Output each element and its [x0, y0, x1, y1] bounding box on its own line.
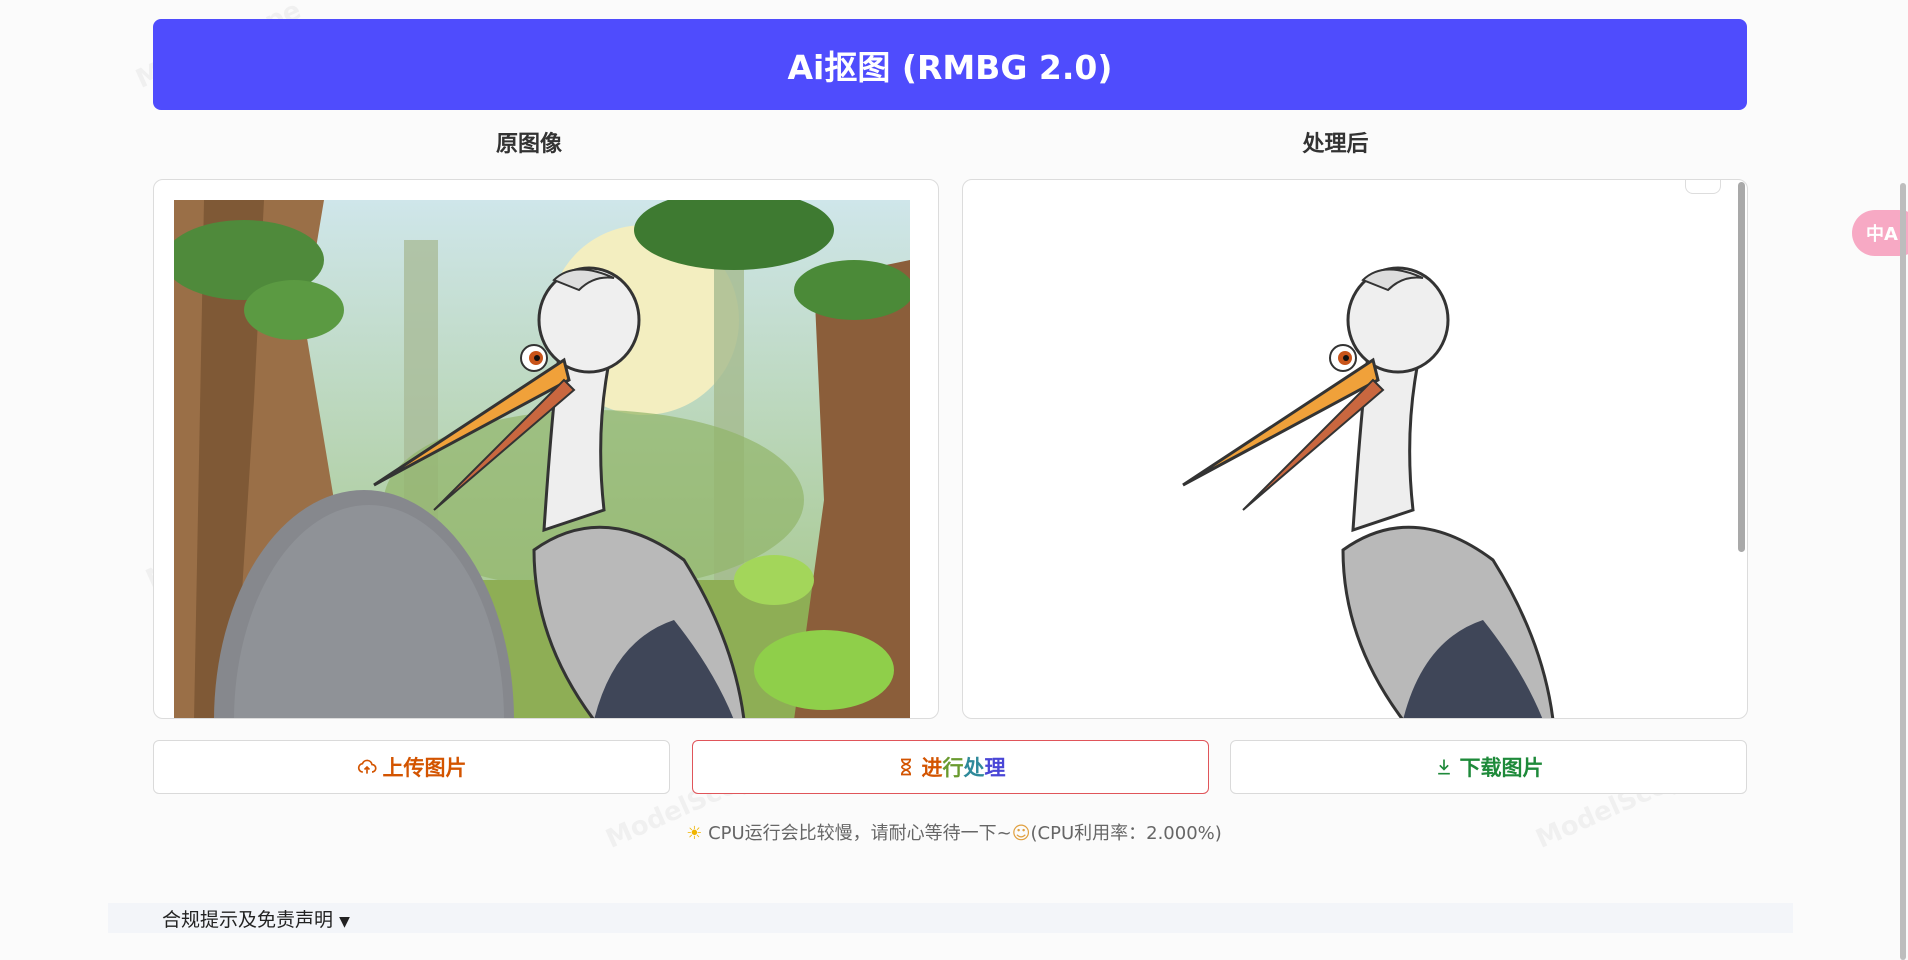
cpu-usage-text: (CPU利用率：2.000%) [1030, 823, 1222, 844]
disclaimer-label: 合规提示及免责声明 [162, 909, 334, 931]
caret-down-icon: ▼ [339, 914, 350, 930]
process-label: 进行处理 [922, 752, 1006, 782]
disclaimer-toggle[interactable]: 合规提示及免责声明 ▼ [162, 905, 350, 932]
original-image-heading: 原图像 [495, 132, 562, 157]
process-label-char: 行 [942, 756, 964, 780]
download-image-button[interactable]: 下载图片 [1230, 740, 1747, 794]
translate-icon: 中A [1866, 224, 1898, 245]
process-label-char: 理 [984, 756, 1006, 780]
page-title-bar: Ai抠图 (RMBG 2.0) [153, 19, 1747, 110]
process-label-char: 处 [963, 756, 985, 780]
panel-scrollbar-thumb[interactable] [1738, 182, 1745, 552]
original-image-panel[interactable] [153, 179, 939, 719]
panel-scrollbar[interactable] [1735, 180, 1747, 718]
cpu-notice-text: CPU运行会比较慢，请耐心等待一下~ [708, 823, 1012, 844]
app-page: ModelScope ModelScope ModelScope ModelSc… [0, 0, 1908, 960]
processed-image-heading: 处理后 [1302, 132, 1369, 157]
hourglass-icon [900, 758, 911, 776]
download-image-label: 下载图片 [1459, 756, 1544, 780]
page-scrollbar-thumb[interactable] [1900, 183, 1906, 960]
original-image [174, 200, 910, 718]
cloud-upload-icon [357, 759, 377, 774]
fullscreen-button[interactable] [1685, 180, 1721, 194]
page-title: Ai抠图 (RMBG 2.0) [787, 47, 1113, 87]
upload-image-button[interactable]: 上传图片 [153, 740, 670, 794]
upload-image-label: 上传图片 [382, 756, 467, 780]
smile-icon: ☺ [1011, 823, 1031, 844]
sun-icon: ☀ [686, 823, 703, 844]
download-icon [1437, 759, 1450, 775]
process-button[interactable]: 进行处理 [692, 740, 1209, 794]
processed-image [1182, 266, 1555, 718]
processed-image-panel[interactable] [962, 179, 1748, 719]
cpu-notice: ☀ CPU运行会比较慢，请耐心等待一下~☺(CPU利用率：2.000%) [0, 819, 1908, 845]
disclaimer-accordion[interactable] [108, 903, 1793, 933]
process-label-char: 进 [921, 756, 943, 780]
